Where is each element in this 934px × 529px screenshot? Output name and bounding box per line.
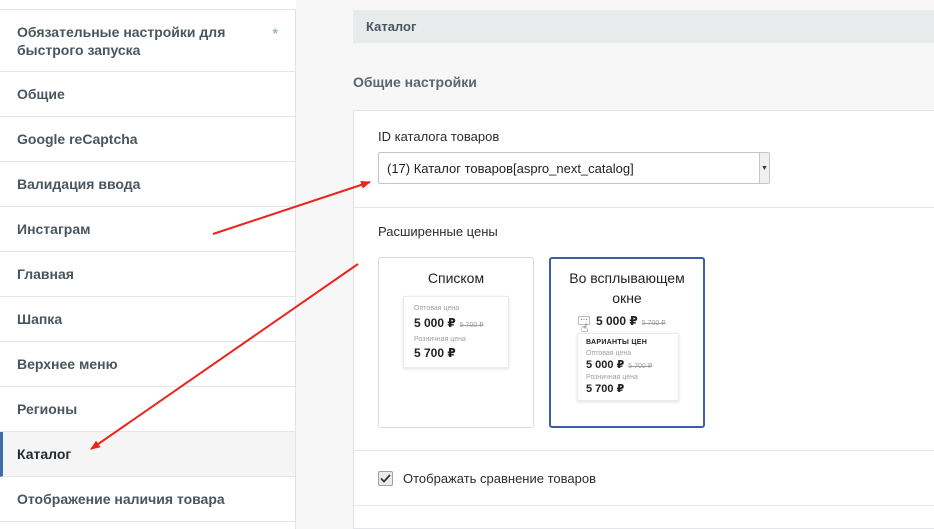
retail-label: Розничная цена	[414, 336, 466, 343]
wholesale-price: 5 000 ₽5 700 ₽	[586, 358, 652, 371]
wholesale-label: Оптовая цена	[586, 350, 632, 357]
sidebar-item-general[interactable]: Общие	[0, 72, 295, 117]
price-option-popup-card[interactable]: Во всплывающем окне ··· ☝ 5 000 ₽5 700 ₽…	[549, 257, 705, 428]
popup-top-old-price: 5 700 ₽	[641, 320, 666, 327]
sidebar-item-label: Обязательные настройки для быстрого запу…	[17, 23, 226, 58]
catalog-id-select[interactable]: (17) Каталог товаров[aspro_next_catalog]…	[378, 152, 770, 184]
sidebar-item-home[interactable]: Главная	[0, 252, 295, 297]
sidebar-item-label: Шапка	[17, 311, 63, 327]
sidebar-item-input-validation[interactable]: Валидация ввода	[0, 162, 295, 207]
sidebar-item-label: Отображение наличия товара	[17, 491, 225, 507]
price-option-popup-title-line2: окне	[612, 290, 642, 306]
checkmark-icon	[380, 474, 391, 483]
wholesale-price: 5 000 ₽5 700 ₽	[414, 316, 484, 330]
sidebar-item-label: Каталог	[17, 446, 72, 462]
sidebar-item-label: Валидация ввода	[17, 176, 141, 192]
wholesale-label: Оптовая цена	[414, 305, 460, 312]
sidebar-item-header[interactable]: Шапка	[0, 297, 295, 342]
settings-subheading: Общие настройки	[353, 74, 477, 90]
sidebar-item-stock-display[interactable]: Отображение наличия товара	[0, 477, 295, 522]
required-star-icon: *	[272, 25, 278, 41]
retail-price: 5 700 ₽	[586, 383, 625, 395]
price-option-list-title: Списком	[427, 270, 485, 286]
price-list-preview: Оптовая цена 5 000 ₽5 700 ₽ Розничная це…	[403, 296, 509, 368]
settings-panel: ID каталога товаров (17) Каталог товаров…	[353, 110, 934, 529]
price-option-list-card[interactable]: Списком Оптовая цена 5 000 ₽5 700 ₽ Розн…	[378, 257, 534, 428]
retail-label: Розничная цена	[586, 374, 638, 381]
extended-prices-label: Расширенные цены	[378, 224, 498, 239]
main-content: Каталог Общие настройки ID каталога това…	[296, 0, 934, 529]
section-title: Каталог	[353, 10, 934, 43]
divider	[354, 505, 934, 506]
catalog-id-select-value: (17) Каталог товаров[aspro_next_catalog]	[387, 160, 634, 176]
sidebar-item-catalog[interactable]: Каталог	[0, 432, 295, 477]
sidebar-item-regions[interactable]: Регионы	[0, 387, 295, 432]
compare-checkbox-label: Отображать сравнение товаров	[403, 471, 596, 486]
popup-top-price-value: 5 000 ₽	[596, 314, 638, 328]
wholesale-price-value: 5 000 ₽	[414, 316, 456, 330]
compare-checkbox[interactable]	[378, 471, 393, 486]
wholesale-price-value: 5 000 ₽	[586, 359, 625, 371]
sidebar-item-instagram[interactable]: Инстаграм	[0, 207, 295, 252]
popup-top-price: 5 000 ₽5 700 ₽	[596, 314, 666, 328]
price-variants-header: ВАРИАНТЫ ЦЕН	[586, 339, 648, 346]
catalog-id-label: ID каталога товаров	[378, 129, 500, 144]
sidebar: Обязательные настройки для быстрого запу…	[0, 0, 296, 529]
sidebar-item-recaptcha[interactable]: Google reCaptcha	[0, 117, 295, 162]
sidebar-item-label: Google reCaptcha	[17, 131, 138, 147]
divider	[354, 450, 934, 451]
sidebar-item-quick-start[interactable]: Обязательные настройки для быстрого запу…	[0, 10, 295, 72]
sidebar-item-label: Главная	[17, 266, 74, 282]
wholesale-old-price: 5 700 ₽	[459, 322, 484, 329]
sidebar-item-label: Регионы	[17, 401, 78, 417]
sidebar-item-label: Инстаграм	[17, 221, 91, 237]
wholesale-old-price: 5 700 ₽	[628, 363, 653, 370]
sidebar-item-top-menu[interactable]: Верхнее меню	[0, 342, 295, 387]
retail-price: 5 700 ₽	[414, 346, 456, 360]
price-variants-popup: ВАРИАНТЫ ЦЕН Оптовая цена 5 000 ₽5 700 ₽…	[577, 333, 679, 401]
price-option-popup-title-line1: Во всплывающем	[569, 270, 685, 286]
sidebar-item-label: Верхнее меню	[17, 356, 118, 372]
chevron-down-icon: ▼	[759, 153, 769, 183]
sidebar-item-label: Общие	[17, 86, 65, 102]
sidebar-top-edge	[0, 0, 296, 10]
divider	[354, 207, 934, 208]
